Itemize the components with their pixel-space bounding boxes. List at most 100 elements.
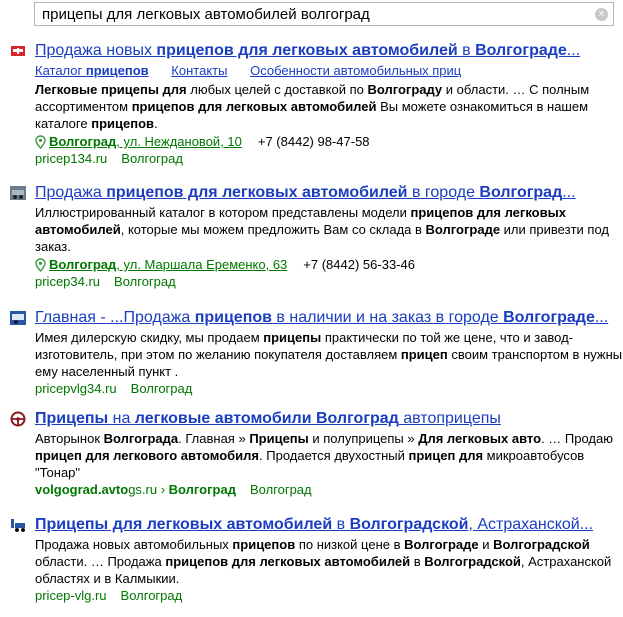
result-title-link[interactable]: Прицепы на легковые автомобили Волгоград…	[35, 409, 623, 429]
text-run: "Тонар"	[35, 465, 81, 480]
text-run: . Продается двухостный	[259, 448, 409, 463]
text-run: на	[108, 410, 135, 427]
text-run: ...	[562, 184, 576, 201]
text-run: , которые мы можем предложить Вам со скл…	[120, 222, 426, 237]
result-url-line: pricep-vlg.ru Волгоград	[35, 587, 623, 604]
text-run: прицеп для легкового автомобиля	[35, 448, 260, 463]
snippet-line: ему населенный пункт .	[35, 363, 623, 380]
text-run: микроавтобусов	[483, 448, 585, 463]
result-title-link[interactable]: Главная - ...Продажа прицепов в наличии …	[35, 308, 623, 328]
text-run: любых целей с доставкой по	[186, 82, 368, 97]
text-run: области. … Продажа	[35, 554, 166, 569]
result-url-line: pricepvlg34.ru Волгоград	[35, 380, 623, 397]
text-run: volgograd.avto	[35, 482, 129, 497]
text-run: прицеп	[400, 347, 448, 362]
text-run: Авторынок	[35, 431, 104, 446]
text-run: . … Продаю	[541, 431, 613, 446]
text-run: в городе	[407, 184, 480, 201]
text-run: Волгоград	[168, 482, 236, 497]
text-run: Имея дилерскую скидку, мы продаем	[35, 330, 264, 345]
text-run: Вы можете ознакомиться в нашем	[376, 99, 589, 114]
address-street: , ул. Неждановой, 10	[116, 134, 242, 149]
text-run: Прицепы	[249, 431, 309, 446]
result-region[interactable]: Волгоград	[121, 588, 183, 603]
text-run: прицепов для легковых автомобилей	[165, 554, 411, 569]
result-address: Волгоград, ул. Неждановой, 10 +7 (8442) 9…	[35, 133, 623, 150]
address-link[interactable]: Волгоград, ул. Маршала Еременко, 63	[49, 257, 287, 272]
snippet-line: Имея дилерскую скидку, мы продаем прицеп…	[35, 329, 623, 346]
text-run: практически по той же цене, что и завод-	[321, 330, 574, 345]
text-run: прицеп для	[408, 448, 484, 463]
text-run: Контакты	[171, 63, 228, 78]
text-run: или привезти под	[500, 222, 609, 237]
text-run: легковые автомобили Волгоград	[134, 410, 399, 427]
snippet-line: Легковые прицепы для любых целей с доста…	[35, 81, 623, 98]
result-url[interactable]: pricep34.ru	[35, 274, 100, 289]
snippet-line: заказ.	[35, 238, 623, 255]
result-url[interactable]: pricepvlg34.ru	[35, 381, 117, 396]
snippet-line: области. … Продажа прицепов для легковых…	[35, 553, 623, 570]
text-run: , Астраханской	[520, 554, 612, 569]
text-run: Прицепы для легковых автомобилей	[35, 516, 333, 533]
search-input[interactable]: прицепы для легковых автомобилей волгогр…	[34, 2, 614, 26]
result-title-link[interactable]: Продажа новых прицепов для легковых авто…	[35, 41, 623, 61]
result-snippet: Легковые прицепы для любых целей с доста…	[35, 81, 623, 132]
text-run: заказ.	[35, 239, 71, 254]
sitelink-features[interactable]: Особенности автомобильных приц	[250, 63, 461, 78]
snippet-line: автомобилей, которые мы можем предложить…	[35, 221, 623, 238]
result-region[interactable]: Волгоград	[131, 381, 193, 396]
result-region[interactable]: Волгоград	[114, 274, 176, 289]
text-run: и	[478, 537, 494, 552]
text-run: Волгограда	[103, 431, 179, 446]
snippet-line: "Тонар"	[35, 464, 623, 481]
text-run: прицепов для легковых автомобилей	[131, 99, 377, 114]
text-run: . Главная »	[178, 431, 250, 446]
trailer-blue-favicon-icon	[10, 311, 26, 325]
text-run: ...	[566, 42, 581, 59]
steering-wheel-favicon-icon	[10, 411, 26, 427]
text-run: ему населенный пункт .	[35, 364, 179, 379]
result-url-line: pricep134.ru Волгоград	[35, 150, 623, 167]
text-run: Волгоград	[479, 184, 563, 201]
text-run: Легковые прицепы для	[35, 82, 187, 97]
result-url[interactable]: pricep-vlg.ru	[35, 588, 107, 603]
result-snippet: Продажа новых автомобильных прицепов по …	[35, 536, 623, 587]
result-title-link[interactable]: Продажа прицепов для легковых автомобиле…	[35, 183, 623, 203]
text-run: Продажа новых	[35, 42, 157, 59]
sitelink-contacts[interactable]: Контакты	[171, 63, 227, 78]
search-query-text: прицепы для легковых автомобилей волгогр…	[42, 6, 370, 23]
text-run: каталоге	[35, 116, 92, 131]
text-run: Каталог	[35, 63, 86, 78]
text-run: прицепы	[263, 330, 322, 345]
result-url[interactable]: pricep134.ru	[35, 151, 107, 166]
map-pin-icon	[35, 135, 46, 149]
sitelink-catalog[interactable]: Каталог прицепов	[35, 63, 149, 78]
text-run: ...	[594, 309, 609, 326]
result-region[interactable]: Волгоград	[121, 151, 183, 166]
text-run: Волгоградской	[424, 554, 521, 569]
text-run: своим транспортом в нужный	[447, 347, 623, 362]
result-title-link[interactable]: Прицепы для легковых автомобилей в Волго…	[35, 515, 623, 535]
text-run: Волгограду	[367, 82, 443, 97]
text-run: в	[332, 516, 350, 533]
trailer-photo-favicon-icon	[10, 186, 26, 200]
map-pin-icon	[35, 258, 46, 272]
text-run: , Астраханской...	[468, 516, 594, 533]
result-region[interactable]: Волгоград	[250, 482, 312, 497]
address-street: , ул. Маршала Еременко, 63	[116, 257, 288, 272]
text-run: прицепов	[91, 116, 155, 131]
address-link[interactable]: Волгоград, ул. Неждановой, 10	[49, 134, 242, 149]
text-run: в	[457, 42, 476, 59]
result-snippet: Авторынок Волгограда. Главная » Прицепы …	[35, 430, 623, 481]
result-url-breadcrumb[interactable]: volgograd.avtogs.ru › Волгоград	[35, 482, 236, 497]
text-run: ассортиментом	[35, 99, 132, 114]
text-run: Продажа	[35, 184, 107, 201]
trailer-red-favicon-icon	[11, 46, 25, 56]
result-snippet: Иллюстрированный каталог в котором предс…	[35, 204, 623, 255]
clear-search-icon[interactable]: ×	[595, 8, 608, 21]
text-run: Для легковых авто	[418, 431, 542, 446]
text-run: прицепов	[194, 309, 272, 326]
text-run: прицепов	[85, 63, 149, 78]
text-run: прицепов	[232, 537, 296, 552]
text-run: по низкой цене в	[295, 537, 405, 552]
